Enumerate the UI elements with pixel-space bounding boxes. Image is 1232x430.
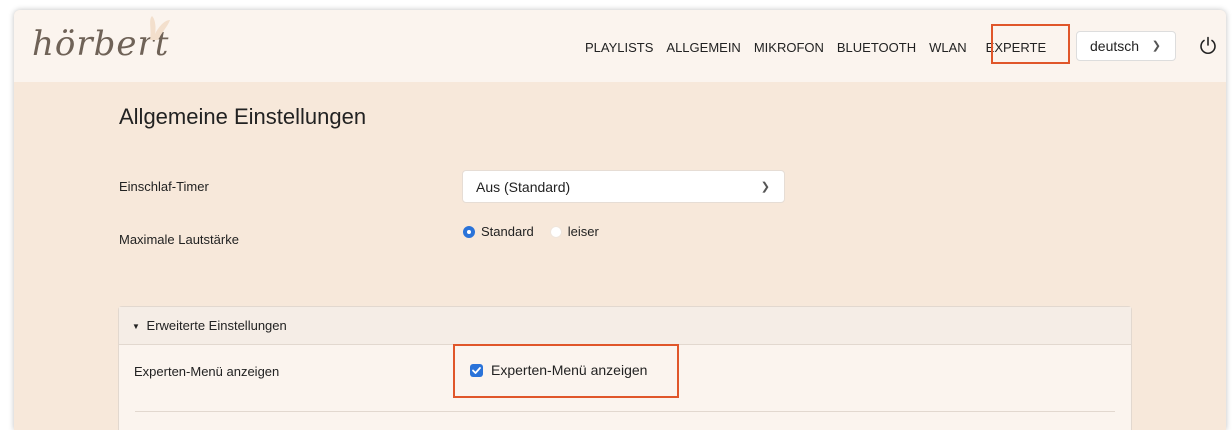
nav-links: PLAYLISTS ALLGEMEIN MIKROFON BLUETOOTH W… bbox=[585, 40, 1046, 56]
divider bbox=[135, 411, 1115, 412]
nav-item-allgemein[interactable]: ALLGEMEIN bbox=[666, 40, 740, 56]
nav-item-wlan[interactable]: WLAN bbox=[929, 40, 967, 56]
nav-item-bluetooth[interactable]: BLUETOOTH bbox=[837, 40, 916, 56]
bunny-icon bbox=[150, 16, 170, 40]
caret-down-icon: ▼ bbox=[132, 322, 140, 332]
nav-item-playlists[interactable]: PLAYLISTS bbox=[585, 40, 653, 56]
advanced-settings-title: Erweiterte Einstellungen bbox=[146, 318, 287, 333]
max-volume-label: Maximale Lautstärke bbox=[119, 232, 239, 247]
sleep-timer-value: Aus (Standard) bbox=[476, 179, 571, 195]
highlight-box-checkbox bbox=[453, 344, 679, 398]
radio-leiser-label[interactable]: leiser bbox=[568, 224, 599, 239]
advanced-settings-header[interactable]: ▼ Erweiterte Einstellungen bbox=[119, 307, 1131, 345]
nav-item-mikrofon[interactable]: MIKROFON bbox=[754, 40, 824, 56]
radio-standard[interactable] bbox=[463, 225, 475, 238]
highlight-box-expert bbox=[991, 24, 1070, 64]
radio-leiser[interactable] bbox=[549, 225, 562, 238]
sleep-timer-label: Einschlaf-Timer bbox=[119, 179, 209, 194]
language-select[interactable]: deutsch ❯ bbox=[1076, 31, 1176, 61]
sleep-timer-select[interactable]: Aus (Standard) ❯ bbox=[462, 170, 785, 203]
navbar: hörbert PLAYLISTS ALLGEMEIN MIKROFON BLU… bbox=[14, 10, 1226, 82]
app-window: hörbert PLAYLISTS ALLGEMEIN MIKROFON BLU… bbox=[14, 10, 1226, 430]
radio-standard-label[interactable]: Standard bbox=[481, 224, 534, 239]
power-icon[interactable] bbox=[1198, 36, 1218, 56]
chevron-down-icon: ❯ bbox=[1151, 40, 1161, 52]
chevron-down-icon: ❯ bbox=[760, 181, 770, 193]
language-value: deutsch bbox=[1090, 38, 1140, 54]
expert-menu-label: Experten-Menü anzeigen bbox=[134, 364, 280, 379]
max-volume-radio-group: Standard leiser bbox=[463, 224, 599, 239]
page-title: Allgemeine Einstellungen bbox=[119, 104, 367, 129]
